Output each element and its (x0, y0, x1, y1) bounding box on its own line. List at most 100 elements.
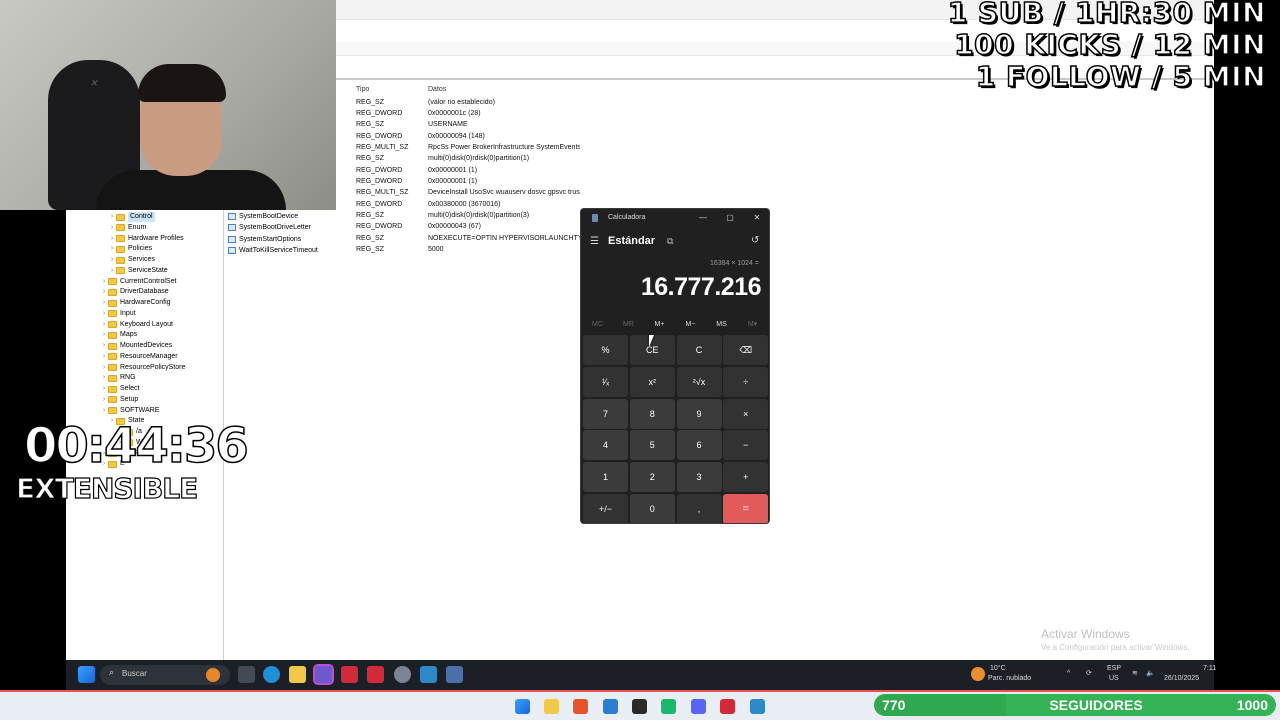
expand-chevron-icon[interactable]: › (100, 406, 108, 416)
language-layout[interactable]: US (1109, 675, 1119, 682)
calculator-key[interactable]: + (723, 462, 769, 493)
edge-icon[interactable] (263, 666, 280, 683)
calculator-key[interactable]: 4 (583, 430, 628, 461)
tree-item[interactable]: › Maps (100, 330, 137, 340)
expand-chevron-icon[interactable]: › (100, 373, 108, 383)
calculator-key[interactable]: ⌫ (723, 335, 769, 365)
tree-item[interactable]: › HardwareConfig (100, 298, 171, 308)
expand-chevron-icon[interactable]: › (100, 298, 108, 308)
settings-gear-icon[interactable] (394, 666, 411, 683)
registry-value-name-row[interactable]: SystemBootDriveLetter (228, 222, 311, 233)
calculator-key[interactable]: , (676, 494, 722, 523)
registry-row-data[interactable]: 0x00000001 (1) (428, 176, 580, 187)
registry-row-type[interactable]: REG_SZ (356, 244, 384, 255)
expand-chevron-icon[interactable]: › (100, 277, 108, 287)
registry-row-data[interactable]: 0x00380000 (3670016) (428, 199, 580, 210)
calculator-key[interactable]: 8 (629, 398, 675, 429)
calculator-key[interactable]: 7 (583, 398, 628, 429)
clock-time[interactable]: 7:11 (1203, 665, 1216, 672)
calculator-key[interactable]: × (723, 398, 769, 429)
expand-chevron-icon[interactable]: › (100, 287, 108, 297)
calculator-key[interactable]: ÷ (723, 366, 769, 397)
registry-row-type[interactable]: REG_SZ (356, 97, 384, 108)
tray-chevron-icon[interactable]: ^ (1067, 670, 1070, 677)
expand-chevron-icon[interactable]: › (100, 320, 108, 330)
close-icon[interactable]: ✕ (750, 212, 764, 224)
registry-row-type[interactable]: REG_DWORD (356, 131, 402, 142)
expand-chevron-icon[interactable]: › (108, 212, 116, 222)
expand-chevron-icon[interactable]: › (100, 384, 108, 394)
calculator-key[interactable]: C (676, 335, 722, 365)
registry-row-data[interactable]: multi(0)disk(0)rdisk(0)partition(1) (428, 153, 580, 164)
tree-item[interactable]: › MountedDevices (100, 341, 172, 351)
registry-row-type[interactable]: REG_SZ (356, 210, 384, 221)
calculator-taskbar-icon[interactable] (446, 666, 463, 683)
memory-button[interactable]: MS (706, 319, 737, 331)
tree-item[interactable]: › Keyboard Layout (100, 320, 173, 330)
host-file-explorer-icon[interactable] (544, 699, 559, 714)
registry-value-name-row[interactable]: SystemBootDevice (228, 211, 298, 222)
calculator-key[interactable]: 6 (676, 430, 722, 461)
regedit-icon[interactable] (420, 666, 437, 683)
expand-chevron-icon[interactable]: › (100, 352, 108, 362)
memory-button[interactable]: MR (613, 319, 644, 331)
calculator-key[interactable]: 0 (629, 494, 675, 523)
tree-item[interactable]: › RNG (100, 373, 136, 383)
calculator-key[interactable]: 2 (629, 462, 675, 493)
registry-row-data[interactable]: DeviceInstall UsoSvc wuauserv dosvc gpsv… (428, 187, 580, 198)
calculator-key[interactable]: 5 (629, 430, 675, 461)
file-explorer-icon[interactable] (289, 666, 306, 683)
registry-row-data[interactable]: 0x00000043 (67) (428, 221, 580, 232)
registry-row-data[interactable]: multi(0)disk(0)rdisk(0)partition(3) (428, 210, 580, 221)
registry-row-data[interactable]: 0x00000094 (148) (428, 131, 580, 142)
tree-item[interactable]: › SOFTWARE (100, 406, 159, 416)
calculator-key[interactable]: − (723, 430, 769, 461)
expand-chevron-icon[interactable]: › (108, 223, 116, 233)
column-header-data[interactable]: Datos (428, 84, 580, 95)
memory-button[interactable]: M+ (644, 319, 675, 331)
calculator-key[interactable]: ²√x (676, 366, 722, 397)
host-discord-icon[interactable] (691, 699, 706, 714)
calculator-key[interactable]: ¹⁄ₓ (583, 366, 628, 397)
tree-item[interactable]: › Enum (108, 223, 146, 233)
tree-item[interactable]: › ResourceManager (100, 352, 178, 362)
tree-item[interactable]: › ServiceState (108, 266, 168, 276)
expand-chevron-icon[interactable]: › (108, 266, 116, 276)
registry-value-name-row[interactable]: WaitToKillServiceTimeout (228, 245, 318, 256)
calculator-key[interactable]: 9 (676, 398, 722, 429)
registry-row-type[interactable]: REG_SZ (356, 153, 384, 164)
app-red-2-icon[interactable] (367, 666, 384, 683)
obs-icon[interactable] (632, 699, 647, 714)
app-red-icon[interactable] (341, 666, 358, 683)
host-app-red-icon[interactable] (720, 699, 735, 714)
registry-row-data[interactable]: RpcSs Power BrokerInfrastructure SystemE… (428, 142, 580, 153)
registry-row-type[interactable]: REG_DWORD (356, 221, 402, 232)
tree-item[interactable]: › Services (108, 255, 155, 265)
tree-item[interactable]: › CurrentControlSet (100, 277, 176, 287)
expand-chevron-icon[interactable]: › (100, 341, 108, 351)
registry-row-type[interactable]: REG_DWORD (356, 108, 402, 119)
maximize-icon[interactable]: ▢ (723, 212, 737, 224)
calculator-key[interactable]: +/− (583, 494, 628, 523)
language-code[interactable]: ESP (1107, 665, 1121, 672)
expand-chevron-icon[interactable]: › (100, 330, 108, 340)
expand-chevron-icon[interactable]: › (108, 234, 116, 244)
clock-date[interactable]: 26/10/2025 (1164, 675, 1199, 682)
calculator-key[interactable]: 3 (676, 462, 722, 493)
expand-chevron-icon[interactable]: › (100, 309, 108, 319)
expand-chevron-icon[interactable]: › (100, 363, 108, 373)
equals-button[interactable]: = (723, 494, 769, 523)
tree-item[interactable]: › Select (100, 384, 139, 394)
keep-on-top-icon[interactable]: ⧉ (667, 236, 673, 247)
host-remote-desktop-icon[interactable] (750, 699, 765, 714)
expand-chevron-icon[interactable]: › (108, 244, 116, 254)
registry-value-name-row[interactable]: SystemStartOptions (228, 234, 301, 245)
tree-item[interactable]: › Hardware Profiles (108, 234, 184, 244)
memory-button[interactable]: M− (675, 319, 706, 331)
registry-row-type[interactable]: REG_MULTI_SZ (356, 187, 408, 198)
tree-item[interactable]: › Setup (100, 395, 138, 405)
tree-item[interactable]: › Control (108, 212, 155, 222)
registry-row-data[interactable]: USERNAME (428, 119, 580, 130)
registry-row-type[interactable]: REG_MULTI_SZ (356, 142, 408, 153)
registry-row-type[interactable]: REG_DWORD (356, 165, 402, 176)
